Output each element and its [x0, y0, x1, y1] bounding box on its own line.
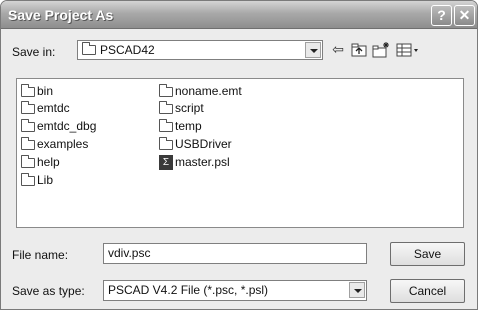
folder-icon	[21, 119, 35, 132]
new-folder-icon[interactable]	[371, 41, 391, 59]
save-in-value: PSCAD42	[100, 43, 155, 57]
folder-icon	[82, 42, 96, 55]
folder-icon	[159, 101, 173, 114]
save-as-type-dropdown[interactable]: PSCAD V4.2 File (*.psc, *.psl)	[103, 280, 367, 301]
folder-icon	[159, 84, 173, 97]
folder-icon	[21, 137, 35, 150]
save-as-type-value: PSCAD V4.2 File (*.psc, *.psl)	[108, 283, 269, 297]
chevron-down-icon[interactable]	[305, 42, 321, 58]
title-bar[interactable]: Save Project As ? ✕	[1, 1, 477, 29]
psl-file-icon: Σ	[159, 155, 173, 170]
folder-icon	[21, 84, 35, 97]
file-list[interactable]: bin emtdc emtdc_dbg examples help Lib no…	[16, 78, 464, 228]
back-arrow-icon[interactable]: ⇦	[329, 41, 347, 59]
up-folder-icon[interactable]	[350, 41, 368, 59]
folder-icon	[21, 101, 35, 114]
save-in-label: Save in:	[12, 45, 56, 59]
folder-icon	[159, 119, 173, 132]
help-button[interactable]: ?	[431, 5, 452, 26]
dialog-title: Save Project As	[8, 7, 114, 23]
file-name-input[interactable]: vdiv.psc	[103, 243, 367, 264]
folder-icon	[21, 173, 35, 186]
folder-icon	[21, 155, 35, 168]
folder-icon	[159, 137, 173, 150]
save-as-type-label: Save as type:	[12, 284, 85, 298]
chevron-down-icon[interactable]	[349, 282, 365, 298]
cancel-button[interactable]: Cancel	[390, 279, 465, 303]
close-button[interactable]: ✕	[454, 5, 475, 26]
save-in-dropdown[interactable]: PSCAD42	[77, 40, 323, 60]
save-project-dialog: Save Project As ? ✕ Save in: PSCAD42 ⇦ b…	[0, 0, 478, 310]
save-button[interactable]: Save	[390, 242, 465, 266]
file-name-value: vdiv.psc	[108, 246, 151, 260]
view-menu-icon[interactable]	[395, 41, 421, 59]
file-name-label: File name:	[12, 248, 69, 262]
